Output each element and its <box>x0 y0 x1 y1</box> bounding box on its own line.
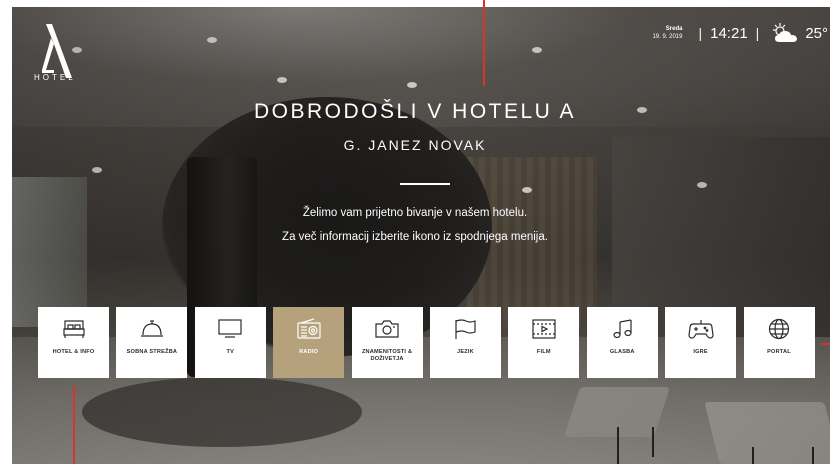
flag-icon <box>455 319 477 339</box>
separator: | <box>755 25 760 41</box>
menu-item-room-service[interactable]: SOBNA STREŽBA <box>116 307 188 378</box>
menu-item-label: IGRE <box>693 349 708 355</box>
menu-item-language[interactable]: JEZIK <box>429 307 501 378</box>
welcome-title: DOBRODOŠLI V HOTELU A <box>253 100 577 123</box>
menu-item-label: TV <box>226 349 235 355</box>
menu-item-label: ZNAMENITOSTI & DOŽIVETJA <box>361 349 413 362</box>
logo-text: HOTEL <box>34 73 76 82</box>
annotation-line-top <box>483 0 485 86</box>
menu-item-radio[interactable]: RADIO <box>273 307 345 378</box>
menu-item-label: HOTEL & INFO <box>52 349 95 355</box>
menu-item-portal[interactable]: PORTAL <box>743 307 815 378</box>
menu-item-label: GLASBA <box>609 349 635 355</box>
radio-icon <box>297 318 321 339</box>
weekday: Sreda <box>665 26 683 32</box>
gamepad-icon <box>688 320 714 339</box>
menu-item-games[interactable]: IGRE <box>665 307 737 378</box>
main-menu: HOTEL & INFO SOBNA STREŽBA TV RADIO ZNAM… <box>38 307 822 378</box>
bed-icon <box>62 320 85 338</box>
globe-icon <box>768 318 790 340</box>
menu-item-sights-experiences[interactable]: ZNAMENITOSTI & DOŽIVETJA <box>351 307 423 378</box>
menu-item-label: FILM <box>536 349 551 355</box>
menu-item-film[interactable]: FILM <box>508 307 580 378</box>
menu-item-tv[interactable]: TV <box>194 307 266 378</box>
film-icon <box>532 319 556 339</box>
menu-item-label: RADIO <box>299 349 319 355</box>
menu-item-label: PORTAL <box>767 349 791 355</box>
menu-item-hotel-info[interactable]: HOTEL & INFO <box>38 307 109 378</box>
partly-cloudy-icon <box>773 23 798 42</box>
welcome-message-line1: Želimo vam prijetno bivanje v našem hote… <box>302 207 528 219</box>
divider <box>400 183 450 185</box>
menu-item-label: SOBNA STREŽBA <box>126 349 178 355</box>
date-block: Sreda 19. 9. 2019 <box>652 25 682 41</box>
date: 19. 9. 2019 <box>652 34 683 40</box>
room-service-bell-icon <box>140 320 163 337</box>
temperature: 25° <box>805 24 828 42</box>
menu-item-music[interactable]: GLASBA <box>586 307 658 378</box>
annotation-line-right <box>822 343 830 345</box>
guest-name: G. JANEZ NOVAK <box>343 137 487 153</box>
annotation-line-bottom <box>73 386 75 464</box>
camera-icon <box>375 320 399 338</box>
separator: | <box>698 25 703 41</box>
welcome-message-line2: Za več informacij izberite ikono iz spod… <box>282 231 548 243</box>
tv-icon <box>218 319 242 338</box>
clock: 14:21 <box>710 24 748 42</box>
music-note-icon <box>613 319 632 339</box>
menu-item-label: JEZIK <box>457 349 474 355</box>
status-bar: Sreda 19. 9. 2019 | 14:21 | 25° <box>652 22 830 44</box>
